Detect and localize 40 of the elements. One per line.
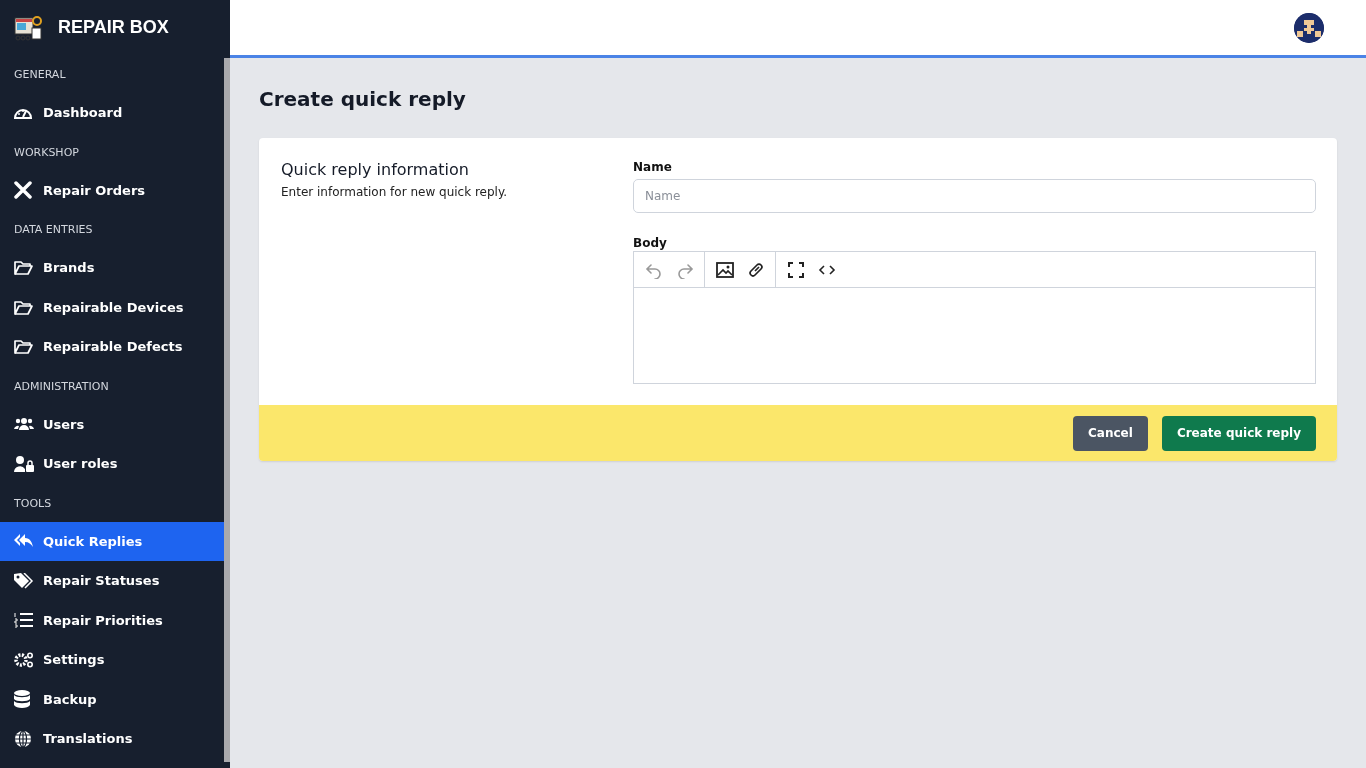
sidebar-item[interactable]: Translations [0, 719, 224, 759]
avatar-icon[interactable] [1294, 12, 1324, 43]
sidebar-item[interactable]: Dashboard [0, 93, 224, 133]
body-label: Body [633, 236, 668, 250]
sidebar-item[interactable]: Repairable Defects [0, 327, 224, 367]
folder-icon [14, 299, 33, 315]
sidebar-item[interactable]: Backup [0, 679, 224, 719]
scrollbar-thumb[interactable] [224, 58, 230, 762]
folder-icon [14, 260, 33, 276]
sidebar-item[interactable]: Repair Priorities [0, 600, 224, 640]
folder-icon [14, 339, 33, 355]
sidebar-section-label: ADMINISTRATION [13, 378, 110, 395]
sidebar-item[interactable]: Quick Replies [0, 521, 224, 561]
sidebar-section-label: DATA ENTRIES [13, 222, 94, 238]
sidebar-item[interactable]: Repairable Devices [0, 287, 224, 327]
sidebar-item[interactable]: User roles [0, 444, 224, 484]
sidebar-section-label: GENERAL [13, 67, 67, 83]
name-label: Name [633, 160, 673, 174]
section-title: Quick reply information [281, 160, 470, 179]
page-title: Create quick reply [259, 86, 467, 113]
database-icon [14, 690, 30, 709]
sidebar-section-label: TOOLS [13, 495, 53, 512]
brand-name: REPAIR BOX [58, 17, 169, 38]
create-button[interactable]: Create quick reply [1161, 415, 1316, 451]
tag-icon [14, 572, 34, 589]
users-icon [14, 417, 34, 432]
sidebar-item[interactable]: Users [0, 404, 224, 444]
sidebar-item[interactable]: Brands [0, 248, 224, 288]
user-lock-icon [14, 455, 34, 472]
sidebar-item[interactable]: Repair Statuses [0, 561, 224, 601]
sidebar-item[interactable]: Settings [0, 640, 224, 680]
numbered-list-icon [14, 612, 33, 629]
gears-icon [14, 651, 34, 668]
sidebar-item[interactable]: Repair Orders [0, 170, 224, 210]
name-input-field[interactable]: Name [633, 179, 1316, 213]
sidebar-section-label: WORKSHOP [13, 144, 80, 161]
cancel-button[interactable]: Cancel [1073, 415, 1148, 451]
globe-icon [14, 729, 32, 748]
repair-machine-logo [14, 14, 42, 41]
section-description: Enter information for new quick reply. [281, 185, 509, 199]
